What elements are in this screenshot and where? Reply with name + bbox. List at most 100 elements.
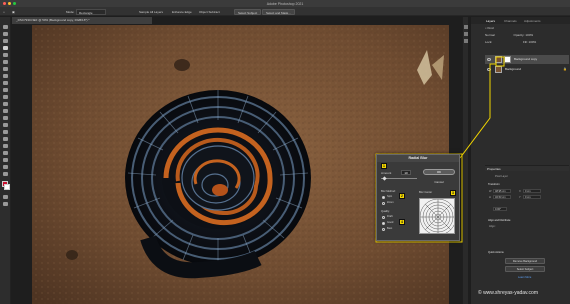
spin-radio[interactable]	[382, 196, 385, 199]
zoom-radio[interactable]	[382, 202, 385, 205]
visibility-eye-icon[interactable]	[487, 57, 491, 61]
cancel-button[interactable]: Cancel	[423, 179, 455, 185]
quality-label: Quality:	[381, 210, 390, 213]
frame-tool-icon[interactable]	[3, 60, 8, 64]
blur-tool-icon[interactable]	[3, 116, 8, 120]
amount-label: Amount	[381, 171, 392, 175]
layer-thumbnail	[495, 56, 502, 63]
remove-background-button[interactable]: Remove Background	[505, 258, 545, 264]
angle-field[interactable]: 0.00°	[493, 207, 507, 211]
object-subtract-checkbox[interactable]: Object Subtract	[199, 9, 220, 15]
height-field[interactable]: 32.53 cm	[493, 195, 511, 199]
select-subject-button[interactable]: Select Subject	[234, 8, 262, 15]
step-badge-2: 2	[399, 193, 405, 199]
dialog-title: Radial Blur	[377, 155, 459, 162]
amount-input[interactable]: 10	[401, 170, 411, 175]
opacity-value[interactable]: 100%	[525, 33, 533, 37]
tab-adjustments[interactable]: Adjustments	[524, 19, 541, 23]
w-label: W	[489, 190, 492, 193]
lock-label: Lock:	[485, 40, 493, 44]
fill-value[interactable]: 100%	[529, 40, 537, 44]
more-tools-icon[interactable]	[3, 172, 8, 176]
healing-brush-tool-icon[interactable]	[3, 74, 8, 78]
step-badge-3: 3	[450, 190, 456, 196]
radial-blur-dialog: Radial Blur 1 Amount 10 OK Cancel Blur M…	[376, 154, 460, 241]
history-brush-tool-icon[interactable]	[3, 95, 8, 99]
eyedropper-tool-icon[interactable]	[3, 67, 8, 71]
blur-method-label: Blur Method:	[381, 190, 396, 193]
brush-tool-icon[interactable]	[3, 81, 8, 85]
dodge-tool-icon[interactable]	[3, 123, 8, 127]
background-color-swatch[interactable]	[4, 184, 10, 190]
type-tool-icon[interactable]	[3, 137, 8, 141]
learn-more-link[interactable]: Learn More	[518, 276, 531, 279]
align-section-title[interactable]: Align and Distribute	[488, 219, 511, 222]
layer-kind-filter[interactable]: ⌕ Kind	[485, 26, 494, 31]
gradient-tool-icon[interactable]	[3, 109, 8, 113]
color-icon[interactable]	[464, 39, 468, 43]
mode-dropdown[interactable]: Rectangle	[76, 8, 106, 15]
home-icon[interactable]: ⌂	[3, 9, 5, 15]
tab-layers[interactable]: Layers	[486, 19, 495, 23]
history-icon[interactable]	[464, 25, 468, 29]
ok-button[interactable]: OK	[423, 169, 455, 175]
amount-slider-handle[interactable]	[382, 175, 387, 181]
properties-panel-header[interactable]: Properties	[485, 165, 569, 171]
panel-tabs: Layers Channels Adjustments	[471, 17, 570, 24]
spin-label: Spin	[387, 195, 393, 198]
quick-mask-icon[interactable]	[3, 195, 8, 199]
object-selection-tool-icon[interactable]: ▣	[12, 9, 15, 15]
layer-row-background-copy[interactable]: Background copy	[485, 55, 569, 64]
hand-tool-icon[interactable]	[3, 158, 8, 162]
document-tab[interactable]: _DSC7930.NEF @ 50% (Background copy, RGB…	[12, 17, 152, 24]
x-label: X	[519, 190, 521, 193]
marquee-tool-icon[interactable]	[3, 32, 8, 36]
width-field[interactable]: 48.95 cm	[493, 189, 511, 193]
lasso-tool-icon[interactable]	[3, 39, 8, 43]
fill-label: Fill:	[523, 40, 528, 44]
crop-tool-icon[interactable]	[3, 53, 8, 57]
layer-thumbnail	[495, 66, 502, 73]
tab-channels[interactable]: Channels	[504, 19, 517, 23]
pen-tool-icon[interactable]	[3, 130, 8, 134]
x-field[interactable]: 0 cm	[523, 189, 541, 193]
visibility-eye-icon[interactable]	[487, 67, 491, 71]
watermark: © www.shreyas-yadav.com	[478, 290, 538, 296]
blur-center-preview[interactable]	[419, 198, 455, 234]
align-label: Align:	[489, 225, 496, 228]
eraser-tool-icon[interactable]	[3, 102, 8, 106]
step-badge-4: 4	[399, 219, 405, 225]
move-tool-icon[interactable]	[3, 25, 8, 29]
best-radio[interactable]	[382, 228, 385, 231]
amount-slider[interactable]	[381, 175, 417, 181]
quick-actions-title[interactable]: Quick Actions	[488, 251, 504, 254]
select-and-mask-button[interactable]: Select and Mask...	[262, 8, 295, 15]
blur-center-rings	[420, 199, 454, 233]
transform-section-title[interactable]: Transform	[488, 183, 500, 186]
y-field[interactable]: 0 cm	[523, 195, 541, 199]
tools-panel	[0, 17, 11, 304]
zoom-tool-icon[interactable]	[3, 165, 8, 169]
best-label: Best	[387, 227, 393, 230]
lock-icon: 🔒	[563, 67, 567, 71]
enhance-edge-checkbox[interactable]: Enhance Edge	[172, 9, 192, 15]
app-title: Adobe Photoshop 2021	[266, 1, 304, 6]
layer-mask-thumbnail[interactable]	[504, 56, 511, 63]
draft-radio[interactable]	[382, 216, 385, 219]
sample-all-layers-checkbox[interactable]: Sample All Layers	[139, 9, 163, 15]
shape-tool-icon[interactable]	[3, 151, 8, 155]
screen-mode-icon[interactable]	[3, 202, 8, 206]
good-radio[interactable]	[382, 222, 385, 225]
blend-mode-row: Normal Opacity: 100%	[485, 33, 533, 38]
pixel-layer-label: Pixel Layer	[495, 175, 508, 178]
blur-center-label: Blur Center	[419, 191, 433, 194]
clone-stamp-tool-icon[interactable]	[3, 88, 8, 92]
layer-row-background[interactable]: Background 🔒	[485, 65, 569, 74]
actions-icon[interactable]	[464, 32, 468, 36]
h-label: H	[489, 196, 491, 199]
path-selection-tool-icon[interactable]	[3, 144, 8, 148]
blend-mode-dropdown[interactable]: Normal	[485, 33, 495, 37]
select-subject-button[interactable]: Select Subject	[505, 266, 545, 272]
panel-icon-strip	[462, 17, 468, 304]
object-selection-tool-icon[interactable]	[3, 46, 8, 50]
